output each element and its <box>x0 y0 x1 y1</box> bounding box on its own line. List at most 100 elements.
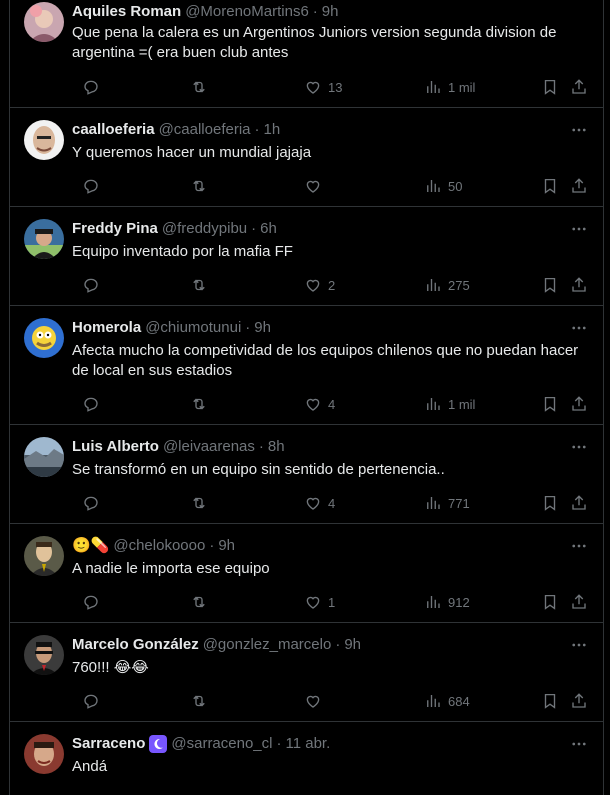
display-name[interactable]: 🙂💊 <box>72 536 109 556</box>
share-button[interactable] <box>570 77 588 97</box>
retweet-button[interactable] <box>190 176 208 196</box>
reply-button[interactable] <box>82 592 100 612</box>
view-count: 912 <box>448 594 470 610</box>
timestamp[interactable]: 9h <box>218 536 235 556</box>
reply-button[interactable] <box>82 176 100 196</box>
retweet-button[interactable] <box>190 275 208 295</box>
bookmark-button[interactable] <box>541 77 559 97</box>
more-options-button[interactable] <box>569 635 589 655</box>
views-button[interactable]: 684 <box>424 691 470 711</box>
tweet[interactable]: 🙂💊 @chelokoooo · 9h A nadie le importa e… <box>10 524 603 623</box>
user-handle[interactable]: @chelokoooo <box>113 536 205 556</box>
avatar[interactable] <box>24 734 64 774</box>
more-options-button[interactable] <box>569 437 589 457</box>
timestamp[interactable]: 11 abr. <box>285 734 330 754</box>
views-button[interactable]: 771 <box>424 493 470 513</box>
views-button[interactable]: 1 mil <box>424 394 475 414</box>
tweet[interactable]: Sarraceno @sarraceno_cl · 11 abr. Andá <box>10 722 603 795</box>
reply-button[interactable] <box>82 493 100 513</box>
views-button[interactable]: 50 <box>424 176 462 196</box>
display-name[interactable]: Aquiles Roman <box>72 2 181 22</box>
display-name[interactable]: Sarraceno <box>72 734 145 754</box>
share-button[interactable] <box>570 275 588 295</box>
more-options-button[interactable] <box>569 120 589 140</box>
like-button[interactable]: 1 <box>304 592 335 612</box>
more-icon <box>572 544 586 548</box>
tweet-text: A nadie le importa ese equipo <box>72 560 270 577</box>
like-button[interactable]: 4 <box>304 394 335 414</box>
timestamp[interactable]: 6h <box>260 219 277 239</box>
action-bar: 2 275 <box>72 275 587 295</box>
like-button[interactable]: 13 <box>304 77 342 97</box>
views-button[interactable]: 275 <box>424 275 470 295</box>
share-button[interactable] <box>570 493 588 513</box>
user-handle[interactable]: @MorenoMartins6 <box>185 2 309 22</box>
avatar[interactable] <box>24 318 64 358</box>
like-button[interactable]: 2 <box>304 275 335 295</box>
timestamp[interactable]: 9h <box>254 318 271 338</box>
bookmark-button[interactable] <box>541 592 559 612</box>
share-button[interactable] <box>570 592 588 612</box>
tweet[interactable]: Freddy Pina @freddypibu · 6h Equipo inve… <box>10 207 603 306</box>
bookmark-button[interactable] <box>541 394 559 414</box>
user-handle[interactable]: @sarraceno_cl <box>171 734 272 754</box>
display-name[interactable]: caalloeferia <box>72 120 155 140</box>
user-handle[interactable]: @freddypibu <box>162 219 247 239</box>
timestamp[interactable]: 8h <box>268 437 285 457</box>
retweet-button[interactable] <box>190 691 208 711</box>
display-name[interactable]: Freddy Pina <box>72 219 158 239</box>
tweet[interactable]: Aquiles Roman @MorenoMartins6 · 9h Que p… <box>10 0 603 108</box>
share-button[interactable] <box>570 394 588 414</box>
retweet-icon <box>193 497 205 509</box>
reply-button[interactable] <box>82 394 100 414</box>
retweet-button[interactable] <box>190 394 208 414</box>
avatar[interactable] <box>24 219 64 259</box>
avatar[interactable] <box>24 536 64 576</box>
more-options-button[interactable] <box>569 219 589 239</box>
timestamp[interactable]: 1h <box>264 120 281 140</box>
tweet-text: Afecta mucho la competividad de los equi… <box>72 342 579 379</box>
views-button[interactable]: 912 <box>424 592 470 612</box>
retweet-button[interactable] <box>190 592 208 612</box>
tweet[interactable]: Marcelo González @gonzlez_marcelo · 9h 7… <box>10 623 603 722</box>
bookmark-button[interactable] <box>541 275 559 295</box>
display-name[interactable]: Luis Alberto <box>72 437 159 457</box>
user-handle[interactable]: @caalloeferia <box>159 120 251 140</box>
avatar[interactable] <box>24 437 64 477</box>
more-icon <box>572 128 586 132</box>
user-handle[interactable]: @gonzlez_marcelo <box>203 635 332 655</box>
tweet[interactable]: Homerola @chiumotunui · 9h Afecta mucho … <box>10 306 603 425</box>
timestamp[interactable]: 9h <box>344 635 361 655</box>
bookmark-button[interactable] <box>541 493 559 513</box>
tweet[interactable]: caalloeferia @caalloeferia · 1h Y querem… <box>10 108 603 207</box>
reply-button[interactable] <box>82 77 100 97</box>
tweet[interactable]: Luis Alberto @leivaarenas · 8h Se transf… <box>10 425 603 524</box>
views-button[interactable]: 1 mil <box>424 77 475 97</box>
reply-feed: Aquiles Roman @MorenoMartins6 · 9h Que p… <box>9 0 604 795</box>
retweet-button[interactable] <box>190 77 208 97</box>
reply-button[interactable] <box>82 691 100 711</box>
like-button[interactable] <box>304 691 322 711</box>
heart-icon <box>306 180 320 193</box>
bookmark-button[interactable] <box>541 691 559 711</box>
bookmark-button[interactable] <box>541 176 559 196</box>
more-options-button[interactable] <box>569 318 589 338</box>
display-name[interactable]: Homerola <box>72 318 141 338</box>
avatar[interactable] <box>24 635 64 675</box>
more-options-button[interactable] <box>569 536 589 556</box>
separator-dot: · <box>258 438 264 455</box>
avatar[interactable] <box>24 2 64 42</box>
like-button[interactable]: 4 <box>304 493 335 513</box>
timestamp[interactable]: 9h <box>322 2 339 22</box>
user-handle[interactable]: @chiumotunui <box>145 318 241 338</box>
reply-button[interactable] <box>82 275 100 295</box>
share-button[interactable] <box>570 691 588 711</box>
heart-icon <box>306 596 320 609</box>
display-name[interactable]: Marcelo González <box>72 635 199 655</box>
avatar[interactable] <box>24 120 64 160</box>
more-options-button[interactable] <box>569 734 589 754</box>
user-handle[interactable]: @leivaarenas <box>163 437 255 457</box>
retweet-button[interactable] <box>190 493 208 513</box>
share-button[interactable] <box>570 176 588 196</box>
like-button[interactable] <box>304 176 322 196</box>
